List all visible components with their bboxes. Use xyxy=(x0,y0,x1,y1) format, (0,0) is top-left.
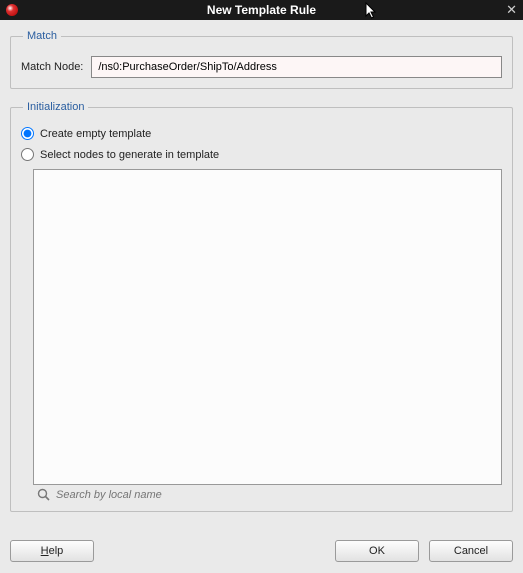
match-group: Match Match Node: xyxy=(10,30,513,89)
search-row xyxy=(33,485,502,501)
titlebar: New Template Rule ✕ xyxy=(0,0,523,20)
radio-create-empty[interactable]: Create empty template xyxy=(21,127,502,140)
node-tree[interactable] xyxy=(33,169,502,485)
match-node-label: Match Node: xyxy=(21,61,83,73)
button-spacer xyxy=(104,540,325,562)
radio-select-nodes-input[interactable] xyxy=(21,148,34,161)
match-legend: Match xyxy=(23,30,61,42)
cancel-button[interactable]: Cancel xyxy=(429,540,513,562)
match-node-input[interactable] xyxy=(91,56,502,78)
search-input[interactable] xyxy=(56,489,498,501)
ok-button[interactable]: OK xyxy=(335,540,419,562)
search-icon xyxy=(37,488,50,501)
radio-create-empty-input[interactable] xyxy=(21,127,34,140)
dialog-content: Match Match Node: Initialization Create … xyxy=(0,20,523,534)
close-icon[interactable]: ✕ xyxy=(506,2,517,18)
radio-create-empty-label: Create empty template xyxy=(40,128,151,140)
radio-select-nodes[interactable]: Select nodes to generate in template xyxy=(21,148,502,161)
window-title: New Template Rule xyxy=(0,3,523,17)
initialization-legend: Initialization xyxy=(23,101,88,113)
initialization-group: Initialization Create empty template Sel… xyxy=(10,101,513,512)
button-bar: Help OK Cancel xyxy=(0,534,523,572)
help-button[interactable]: Help xyxy=(10,540,94,562)
radio-select-nodes-label: Select nodes to generate in template xyxy=(40,149,219,161)
help-rest: elp xyxy=(49,545,64,557)
